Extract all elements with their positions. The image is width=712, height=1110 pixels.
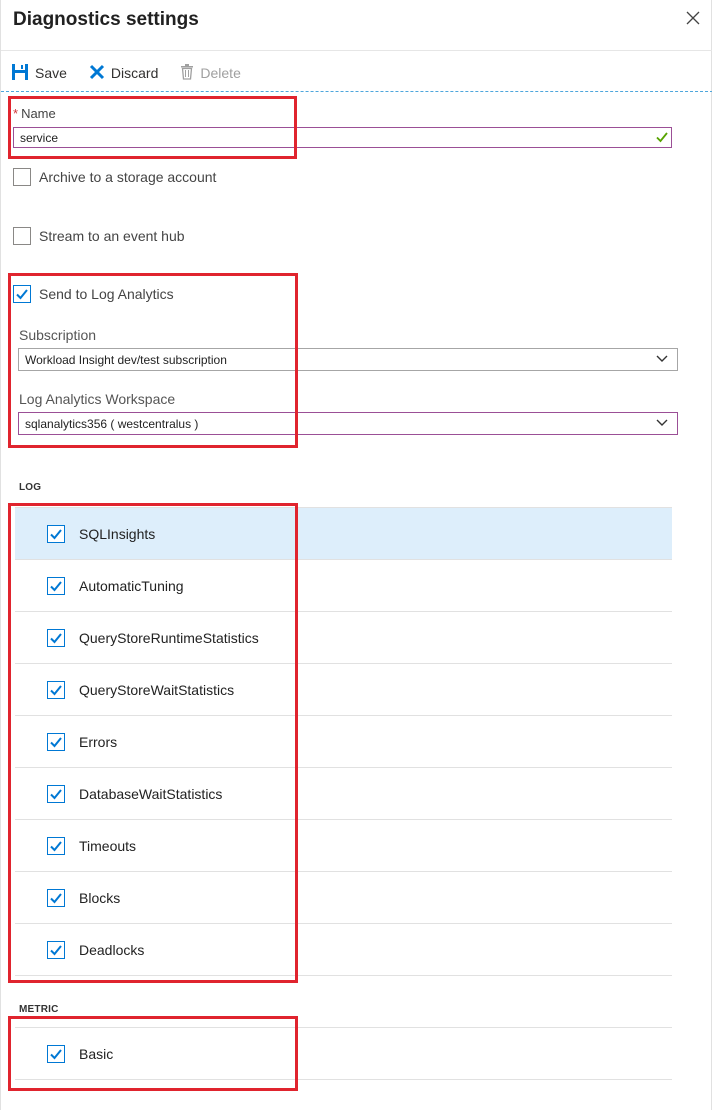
log-row-querystorewaitstatistics[interactable]: QueryStoreWaitStatistics [15, 664, 672, 716]
subscription-label: Subscription [19, 327, 97, 343]
checkmark-icon [16, 289, 28, 300]
workspace-label: Log Analytics Workspace [19, 391, 176, 407]
log-checkbox[interactable] [47, 576, 65, 595]
diagnostics-settings-panel: Diagnostics settings Save Discard Delete… [0, 0, 712, 1110]
subscription-dropdown[interactable]: Workload Insight dev/test subscription [18, 348, 678, 371]
log-label: Deadlocks [79, 941, 145, 958]
log-label: QueryStoreRuntimeStatistics [79, 629, 259, 646]
stream-checkbox[interactable] [13, 227, 31, 245]
log-checkbox[interactable] [47, 628, 65, 647]
subscription-value: Workload Insight dev/test subscription [25, 353, 227, 367]
log-row-timeouts[interactable]: Timeouts [15, 820, 672, 872]
checkmark-icon [50, 944, 62, 955]
name-label-text: Name [21, 106, 56, 121]
valid-check-icon [655, 130, 669, 144]
save-button[interactable]: Save [11, 63, 67, 84]
log-checkbox[interactable] [47, 680, 65, 699]
log-row-automatictuning[interactable]: AutomaticTuning [15, 560, 672, 612]
log-row-querystoreruntimestatistics[interactable]: QueryStoreRuntimeStatistics [15, 612, 672, 664]
chevron-down-icon [656, 355, 668, 362]
log-label: Timeouts [79, 837, 137, 854]
chevron-down-icon [656, 419, 668, 426]
checkmark-icon [50, 632, 62, 643]
log-label: SQLInsights [79, 525, 156, 542]
name-label: * Name [13, 106, 56, 121]
stream-event-hub-option[interactable]: Stream to an event hub [13, 227, 185, 245]
discard-icon [89, 64, 111, 83]
checkmark-icon [50, 1048, 62, 1059]
metric-row-basic[interactable]: Basic [15, 1028, 672, 1080]
checkmark-icon [50, 788, 62, 799]
archive-checkbox[interactable] [13, 168, 31, 186]
metric-checkbox[interactable] [47, 1044, 65, 1063]
workspace-dropdown[interactable]: sqlanalytics356 ( westcentralus ) [18, 412, 678, 435]
log-row-deadlocks[interactable]: Deadlocks [15, 924, 672, 976]
name-input[interactable] [13, 127, 672, 148]
save-label: Save [35, 65, 67, 81]
log-label: AutomaticTuning [79, 577, 184, 594]
checkmark-icon [50, 528, 62, 539]
log-label: Errors [79, 733, 118, 750]
metric-label: Basic [79, 1045, 114, 1062]
log-section-heading: LOG [19, 482, 42, 493]
log-checkbox[interactable] [47, 732, 65, 751]
log-row-sqlinsights[interactable]: SQLInsights [15, 508, 672, 560]
log-checkbox[interactable] [47, 836, 65, 855]
checkmark-icon [50, 892, 62, 903]
checkmark-icon [50, 684, 62, 695]
log-checkbox[interactable] [47, 524, 65, 543]
log-checkbox[interactable] [47, 940, 65, 959]
page-title: Diagnostics settings [13, 9, 199, 30]
log-row-errors[interactable]: Errors [15, 716, 672, 768]
checkmark-icon [50, 580, 62, 591]
log-label: Blocks [79, 889, 121, 906]
delete-button[interactable]: Delete [180, 63, 241, 83]
stream-label: Stream to an event hub [39, 228, 185, 244]
log-analytics-checkbox[interactable] [13, 285, 31, 303]
archive-storage-option[interactable]: Archive to a storage account [13, 168, 216, 186]
workspace-value: sqlanalytics356 ( westcentralus ) [25, 417, 199, 431]
checkmark-icon [50, 736, 62, 747]
log-checkbox[interactable] [47, 784, 65, 803]
discard-label: Discard [110, 65, 159, 81]
log-label: QueryStoreWaitStatistics [79, 681, 235, 698]
log-analytics-option[interactable]: Send to Log Analytics [13, 285, 174, 303]
log-checkbox[interactable] [47, 888, 65, 907]
save-icon [11, 63, 35, 84]
trash-icon [180, 63, 200, 83]
discard-button[interactable]: Discard [89, 64, 158, 83]
log-analytics-label: Send to Log Analytics [39, 286, 174, 302]
metric-section-heading: METRIC [19, 1004, 59, 1015]
command-bar: Save Discard Delete [11, 60, 263, 86]
log-label: DatabaseWaitStatistics [79, 785, 223, 802]
required-marker: * [13, 106, 19, 121]
log-row-databasewaitstatistics[interactable]: DatabaseWaitStatistics [15, 768, 672, 820]
checkmark-icon [50, 840, 62, 851]
delete-label: Delete [200, 65, 241, 81]
log-row-blocks[interactable]: Blocks [15, 872, 672, 924]
archive-label: Archive to a storage account [39, 169, 217, 185]
header-divider [1, 50, 712, 51]
close-icon[interactable] [683, 8, 703, 28]
toolbar-divider [1, 91, 712, 92]
